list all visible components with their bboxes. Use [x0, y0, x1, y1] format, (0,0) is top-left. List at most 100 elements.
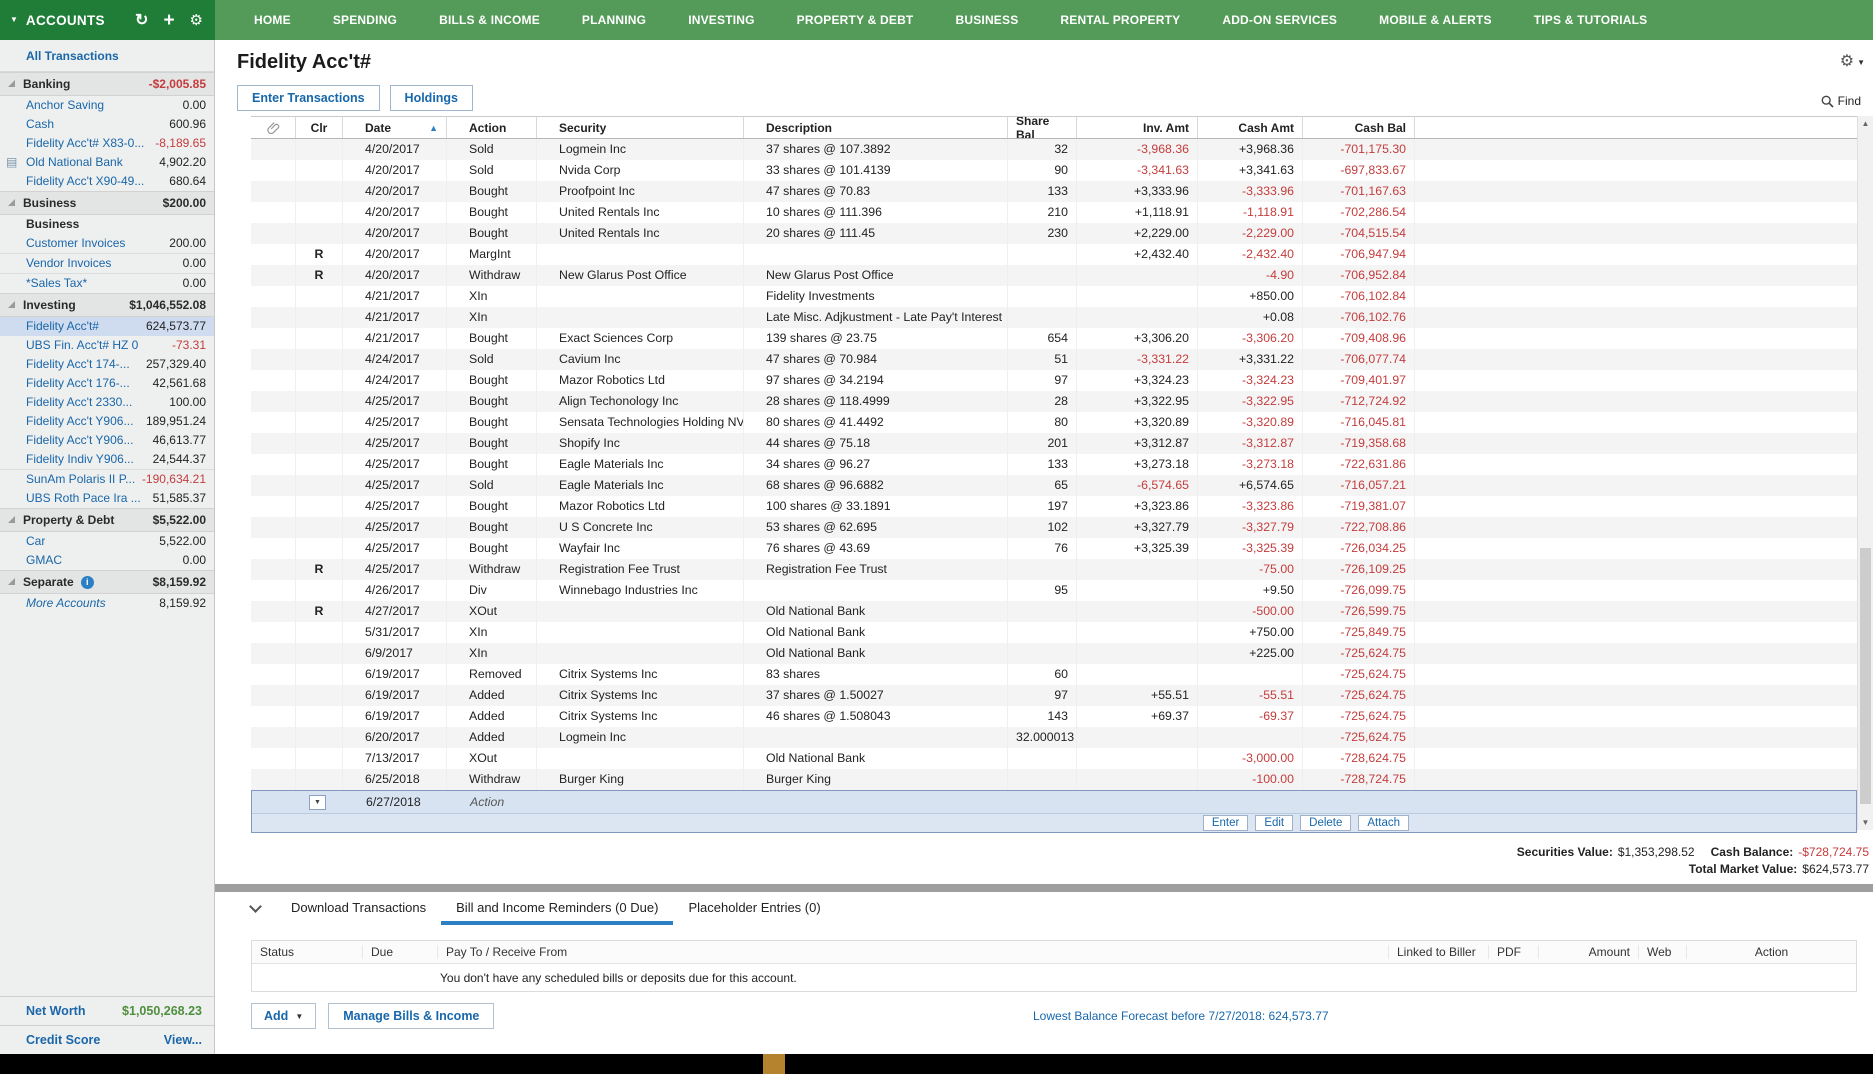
- account-name[interactable]: Fidelity Acc't# X83-0...: [26, 136, 144, 151]
- register-row[interactable]: 7/13/2017 XOut Old National Bank -3,000.…: [251, 748, 1857, 769]
- account-row[interactable]: ▤ UBS Roth Pace Ira ... 51,585.37: [0, 489, 214, 508]
- register-row[interactable]: R 4/20/2017 MargInt +2,432.40 -2,432.40 …: [251, 244, 1857, 265]
- register-row[interactable]: 4/25/2017 Bought Eagle Materials Inc 34 …: [251, 454, 1857, 475]
- holdings-button[interactable]: Holdings: [390, 85, 473, 111]
- accounts-caret-icon[interactable]: ▼: [10, 16, 18, 24]
- account-row[interactable]: ▤ Fidelity Acc't Y906... 46,613.77: [0, 431, 214, 450]
- bottom-tab[interactable]: Bill and Income Reminders (0 Due): [441, 900, 673, 925]
- nav-item[interactable]: PLANNING: [561, 13, 667, 27]
- account-row[interactable]: ▤ Business: [0, 215, 214, 234]
- account-row[interactable]: ▤ SunAm Polaris II P... -190,634.21: [0, 469, 214, 489]
- account-name[interactable]: Fidelity Acc't 2330...: [26, 395, 132, 410]
- account-row[interactable]: ▤ Fidelity Acc't Y906... 189,951.24: [0, 412, 214, 431]
- status-column-header[interactable]: Status: [252, 945, 362, 959]
- register-row[interactable]: 4/25/2017 Sold Eagle Materials Inc 68 sh…: [251, 475, 1857, 496]
- info-icon[interactable]: i: [81, 576, 94, 589]
- account-row[interactable]: ▤ More Accounts 8,159.92: [0, 594, 214, 613]
- register-row[interactable]: 4/25/2017 Bought Align Techonology Inc 2…: [251, 391, 1857, 412]
- account-group-header[interactable]: Investing i $1,046,552.08: [0, 293, 214, 317]
- account-group-header[interactable]: Separate i $8,159.92: [0, 570, 214, 594]
- register-row[interactable]: 4/20/2017 Bought Proofpoint Inc 47 share…: [251, 181, 1857, 202]
- scroll-down-icon[interactable]: ▼: [1858, 818, 1873, 827]
- credit-score-view-link[interactable]: View...: [164, 1033, 202, 1047]
- date-column-header[interactable]: Date ▲: [343, 117, 447, 138]
- account-row[interactable]: ▤ Anchor Saving 0.00: [0, 96, 214, 115]
- account-name[interactable]: Customer Invoices: [26, 236, 125, 251]
- register-row[interactable]: 4/25/2017 Bought Shopify Inc 44 shares @…: [251, 433, 1857, 454]
- account-row[interactable]: ▤ Fidelity Acc't X90-49... 680.64: [0, 172, 214, 191]
- find-control[interactable]: Find: [1821, 94, 1861, 108]
- nav-item[interactable]: SPENDING: [312, 13, 418, 27]
- account-row[interactable]: ▤ Vendor Invoices 0.00: [0, 253, 214, 273]
- share-bal-column-header[interactable]: Share Bal: [1008, 117, 1077, 138]
- register-row[interactable]: R 4/20/2017 Withdraw New Glarus Post Off…: [251, 265, 1857, 286]
- account-group-header[interactable]: Business i $200.00: [0, 191, 214, 215]
- account-row[interactable]: ▤ UBS Fin. Acc't# HZ 0 -73.31: [0, 336, 214, 355]
- account-row[interactable]: ▤ Fidelity Indiv Y906... 24,544.37: [0, 450, 214, 469]
- bottom-tab[interactable]: Download Transactions: [276, 900, 441, 925]
- refresh-icon[interactable]: ↻: [135, 10, 148, 30]
- register-row[interactable]: 4/24/2017 Sold Cavium Inc 47 shares @ 70…: [251, 349, 1857, 370]
- account-name[interactable]: Fidelity Acc't#: [26, 319, 99, 334]
- account-name[interactable]: *Sales Tax*: [26, 276, 87, 291]
- accounts-settings-icon[interactable]: ⚙: [190, 11, 203, 29]
- credit-score-label[interactable]: Credit Score: [26, 1033, 100, 1047]
- account-name[interactable]: Fidelity Indiv Y906...: [26, 452, 134, 467]
- scrollbar-thumb[interactable]: [1860, 548, 1871, 804]
- nav-item[interactable]: BUSINESS: [934, 13, 1039, 27]
- attachment-column-header[interactable]: [251, 117, 296, 138]
- account-name[interactable]: UBS Roth Pace Ira ...: [26, 491, 141, 506]
- bottom-tab[interactable]: Placeholder Entries (0): [673, 900, 835, 925]
- register-row[interactable]: 4/25/2017 Bought Sensata Technologies Ho…: [251, 412, 1857, 433]
- account-name[interactable]: Business: [26, 217, 79, 232]
- account-row[interactable]: ▤ Fidelity Acc't 174-... 257,329.40: [0, 355, 214, 374]
- register-row[interactable]: 6/25/2018 Withdraw Burger King Burger Ki…: [251, 769, 1857, 790]
- linked-to-biller-column-header[interactable]: Linked to Biller: [1388, 945, 1488, 959]
- inv-amt-column-header[interactable]: Inv. Amt: [1077, 117, 1198, 138]
- action-column-header[interactable]: Action: [447, 117, 537, 138]
- account-name[interactable]: Fidelity Acc't 176-...: [26, 376, 130, 391]
- register-row[interactable]: 4/25/2017 Bought U S Concrete Inc 53 sha…: [251, 517, 1857, 538]
- security-column-header[interactable]: Security: [537, 117, 744, 138]
- expand-triangle-icon[interactable]: [8, 80, 15, 87]
- account-name[interactable]: Old National Bank: [26, 155, 123, 170]
- nav-item[interactable]: ADD-ON SERVICES: [1201, 13, 1358, 27]
- entry-action-button[interactable]: Delete: [1300, 815, 1351, 831]
- expand-triangle-icon[interactable]: [8, 516, 15, 523]
- expand-triangle-icon[interactable]: [8, 199, 15, 206]
- nav-item[interactable]: HOME: [233, 13, 312, 27]
- register-row[interactable]: 4/20/2017 Sold Logmein Inc 37 shares @ 1…: [251, 139, 1857, 160]
- register-row[interactable]: 4/21/2017 XIn Late Misc. Adjkustment - L…: [251, 307, 1857, 328]
- add-reminder-button[interactable]: Add ▼: [251, 1003, 316, 1029]
- panel-splitter[interactable]: [215, 884, 1873, 892]
- account-group-header[interactable]: Banking i -$2,005.85: [0, 72, 214, 96]
- due-column-header[interactable]: Due: [362, 945, 437, 959]
- expand-triangle-icon[interactable]: [8, 578, 15, 585]
- entry-action-button[interactable]: Enter: [1203, 815, 1249, 831]
- register-scrollbar[interactable]: ▲ ▼: [1857, 116, 1873, 830]
- add-account-icon[interactable]: +: [163, 11, 174, 30]
- expand-triangle-icon[interactable]: [8, 301, 15, 308]
- register-row[interactable]: 4/20/2017 Bought United Rentals Inc 10 s…: [251, 202, 1857, 223]
- cash-bal-column-header[interactable]: Cash Bal: [1303, 117, 1415, 138]
- sort-ascending-icon[interactable]: ▲: [429, 123, 438, 133]
- account-row[interactable]: ▤ *Sales Tax* 0.00: [0, 273, 214, 293]
- account-name[interactable]: Cash: [26, 117, 54, 132]
- description-column-header[interactable]: Description: [744, 117, 1008, 138]
- register-row[interactable]: R 4/27/2017 XOut Old National Bank -500.…: [251, 601, 1857, 622]
- account-name[interactable]: Fidelity Acc't Y906...: [26, 433, 133, 448]
- cash-amt-column-header[interactable]: Cash Amt: [1198, 117, 1303, 138]
- register-row[interactable]: 6/19/2017 Removed Citrix Systems Inc 83 …: [251, 664, 1857, 685]
- web-column-header[interactable]: Web: [1638, 945, 1686, 959]
- accounts-header[interactable]: ▼ ACCOUNTS ↻ + ⚙: [0, 0, 215, 40]
- register-row[interactable]: 4/20/2017 Bought United Rentals Inc 20 s…: [251, 223, 1857, 244]
- register-row[interactable]: 6/9/2017 XIn Old National Bank +225.00 -…: [251, 643, 1857, 664]
- entry-action-button[interactable]: Edit: [1255, 815, 1293, 831]
- register-row[interactable]: 4/25/2017 Bought Mazor Robotics Ltd 100 …: [251, 496, 1857, 517]
- nav-item[interactable]: BILLS & INCOME: [418, 13, 561, 27]
- entry-dropdown-button[interactable]: ▼: [309, 795, 326, 810]
- entry-date-field[interactable]: 6/27/2018: [344, 795, 448, 809]
- nav-item[interactable]: PROPERTY & DEBT: [776, 13, 935, 27]
- scroll-up-icon[interactable]: ▲: [1858, 119, 1873, 128]
- register-row[interactable]: R 4/25/2017 Withdraw Registration Fee Tr…: [251, 559, 1857, 580]
